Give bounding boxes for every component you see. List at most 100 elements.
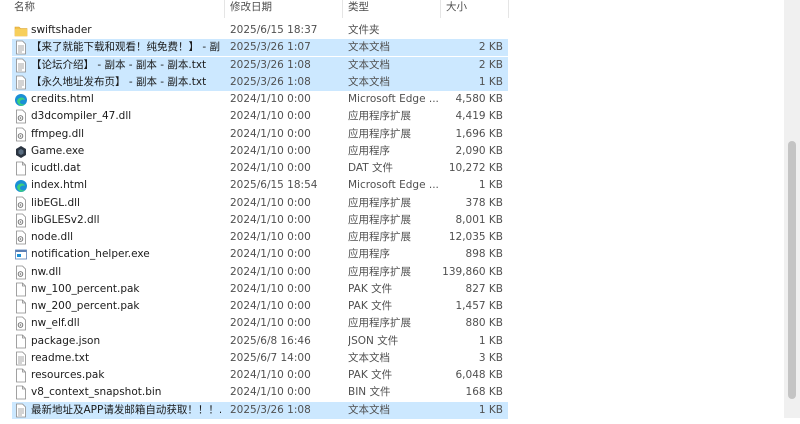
file-size: 2 KB bbox=[478, 58, 503, 71]
file-size: 378 KB bbox=[465, 196, 503, 209]
dll-icon bbox=[14, 316, 28, 331]
column-divider[interactable] bbox=[508, 0, 509, 18]
file-size: 1 KB bbox=[478, 403, 503, 416]
file-row[interactable]: package.json 2025/6/8 16:46 JSON 文件 1 KB bbox=[0, 333, 784, 350]
file-size: 3 KB bbox=[478, 351, 503, 364]
column-date-header[interactable]: 修改日期 bbox=[230, 0, 272, 18]
dll-icon bbox=[14, 213, 28, 228]
file-date: 2024/1/10 0:00 bbox=[230, 386, 311, 399]
file-date: 2025/3/26 1:08 bbox=[230, 403, 311, 416]
file-date: 2025/6/15 18:54 bbox=[230, 179, 318, 192]
file-type: JSON 文件 bbox=[348, 334, 399, 347]
game-exe-icon bbox=[14, 144, 28, 159]
file-type: 应用程序 bbox=[348, 144, 390, 157]
file-name: libGLESv2.dll bbox=[31, 213, 100, 226]
file-row[interactable]: icudtl.dat 2024/1/10 0:00 DAT 文件 10,272 KB bbox=[0, 160, 784, 177]
file-name: 【永久地址发布页】 - 副本 - 副本.txt bbox=[31, 75, 207, 88]
text-file-icon bbox=[14, 58, 28, 73]
file-icon bbox=[14, 368, 28, 383]
file-name: nw.dll bbox=[31, 265, 62, 278]
file-date: 2024/1/10 0:00 bbox=[230, 282, 311, 295]
file-row[interactable]: ffmpeg.dll 2024/1/10 0:00 应用程序扩展 1,696 KB bbox=[0, 126, 784, 143]
dll-icon bbox=[14, 127, 28, 142]
column-name-header[interactable]: 名称 bbox=[14, 0, 35, 18]
file-date: 2024/1/10 0:00 bbox=[230, 144, 311, 157]
file-date: 2024/1/10 0:00 bbox=[230, 265, 311, 278]
file-date: 2024/1/10 0:00 bbox=[230, 162, 311, 174]
file-name: ffmpeg.dll bbox=[31, 127, 85, 140]
file-size: 880 KB bbox=[465, 317, 503, 330]
column-divider[interactable] bbox=[440, 0, 441, 18]
file-date: 2024/1/10 0:00 bbox=[230, 110, 311, 123]
file-name: notification_helper.exe bbox=[31, 248, 150, 261]
dll-icon bbox=[14, 109, 28, 124]
file-size: 1 KB bbox=[478, 334, 503, 347]
file-row[interactable]: v8_context_snapshot.bin 2024/1/10 0:00 BIN… bbox=[0, 384, 784, 401]
file-icon bbox=[14, 334, 28, 349]
file-row[interactable]: readme.txt 2025/6/7 14:00 文本文档 3 KB bbox=[0, 350, 784, 367]
file-icon bbox=[14, 282, 28, 297]
file-name: 【来了就能下载和观看！纯免费！】 - 副... bbox=[31, 41, 221, 54]
file-date: 2024/1/10 0:00 bbox=[230, 369, 311, 381]
file-row[interactable]: 【永久地址发布页】 - 副本 - 副本.txt 2025/3/26 1:08 文本文… bbox=[0, 73, 784, 91]
file-row[interactable]: nw_200_percent.pak 2024/1/10 0:00 PAK 文件 1,… bbox=[0, 298, 784, 315]
file-row[interactable]: d3dcompiler_47.dll 2024/1/10 0:00 应用程序扩展 4,… bbox=[0, 108, 784, 125]
file-size bbox=[440, 22, 503, 39]
file-name: Game.exe bbox=[31, 144, 85, 157]
file-size: 4,580 KB bbox=[455, 93, 504, 105]
file-row[interactable]: notification_helper.exe 2024/1/10 0:00 应用程… bbox=[0, 246, 784, 263]
file-name: nw_200_percent.pak bbox=[31, 300, 140, 312]
file-type: 文本文档 bbox=[348, 75, 390, 88]
file-row[interactable]: swiftshader 2025/6/15 18:37 文件夹 bbox=[0, 22, 784, 39]
edge-icon bbox=[14, 92, 28, 107]
file-name: readme.txt bbox=[31, 351, 90, 364]
column-size-header[interactable]: 大小 bbox=[446, 0, 467, 18]
file-type: PAK 文件 bbox=[348, 282, 393, 295]
file-row[interactable]: nw_100_percent.pak 2024/1/10 0:00 PAK 文件 82… bbox=[0, 281, 784, 298]
file-type: 应用程序扩展 bbox=[348, 127, 411, 140]
file-date: 2025/6/8 16:46 bbox=[230, 334, 311, 347]
file-date: 2024/1/10 0:00 bbox=[230, 300, 311, 312]
file-icon bbox=[14, 161, 28, 176]
file-date: 2025/3/26 1:07 bbox=[230, 41, 311, 54]
file-name: 最新地址及APP请发邮箱自动获取！！！... bbox=[31, 403, 221, 416]
file-size: 1 KB bbox=[478, 179, 503, 192]
file-name: icudtl.dat bbox=[31, 162, 81, 174]
column-divider[interactable] bbox=[342, 0, 343, 18]
file-row[interactable]: Game.exe 2024/1/10 0:00 应用程序 2,090 KB bbox=[0, 143, 784, 160]
file-row[interactable]: libEGL.dll 2024/1/10 0:00 应用程序扩展 378 KB bbox=[0, 195, 784, 212]
file-date: 2025/6/7 14:00 bbox=[230, 351, 311, 364]
file-size: 827 KB bbox=[465, 282, 503, 295]
file-row[interactable]: libGLESv2.dll 2024/1/10 0:00 应用程序扩展 8,001 K… bbox=[0, 212, 784, 229]
file-name: nw_100_percent.pak bbox=[31, 282, 140, 295]
file-size: 1 KB bbox=[478, 75, 503, 88]
file-row[interactable]: index.html 2025/6/15 18:54 Microsoft Edge … bbox=[0, 177, 784, 194]
file-row[interactable]: 【来了就能下载和观看！纯免费！】 - 副... 2025/3/26 1:07 文本文… bbox=[0, 39, 784, 57]
text-file-icon bbox=[14, 75, 28, 90]
file-type: 文本文档 bbox=[348, 351, 390, 364]
file-row[interactable]: node.dll 2024/1/10 0:00 应用程序扩展 12,035 KB bbox=[0, 229, 784, 246]
file-row[interactable]: credits.html 2024/1/10 0:00 Microsoft Edge… bbox=[0, 91, 784, 108]
file-size: 10,272 KB bbox=[448, 162, 503, 174]
file-name: d3dcompiler_47.dll bbox=[31, 110, 132, 123]
file-date: 2024/1/10 0:00 bbox=[230, 93, 311, 105]
file-row[interactable]: 最新地址及APP请发邮箱自动获取！！！... 2025/3/26 1:08 文本文档… bbox=[0, 401, 784, 419]
vertical-scrollbar[interactable] bbox=[784, 0, 800, 418]
exe-window-icon bbox=[14, 247, 28, 262]
scrollbar-thumb[interactable] bbox=[788, 141, 796, 399]
file-size: 8,001 KB bbox=[455, 213, 504, 226]
column-type-header[interactable]: 类型 bbox=[348, 0, 369, 18]
file-row[interactable]: resources.pak 2024/1/10 0:00 PAK 文件 6,048 K… bbox=[0, 367, 784, 384]
file-date: 2024/1/10 0:00 bbox=[230, 248, 311, 261]
column-divider[interactable] bbox=[224, 0, 225, 18]
file-name: v8_context_snapshot.bin bbox=[31, 386, 162, 399]
file-type: 应用程序 bbox=[348, 248, 390, 261]
file-row[interactable]: nw_elf.dll 2024/1/10 0:00 应用程序扩展 880 KB bbox=[0, 315, 784, 332]
file-date: 2024/1/10 0:00 bbox=[230, 317, 311, 330]
file-size: 6,048 KB bbox=[455, 369, 504, 381]
folder-icon bbox=[14, 23, 28, 38]
file-name: package.json bbox=[31, 334, 101, 347]
file-icon bbox=[14, 385, 28, 400]
file-row[interactable]: nw.dll 2024/1/10 0:00 应用程序扩展 139,860 KB bbox=[0, 264, 784, 281]
file-row[interactable]: 【论坛介绍】 - 副本 - 副本 - 副本.txt 2025/3/26 1:08 文… bbox=[0, 56, 784, 74]
